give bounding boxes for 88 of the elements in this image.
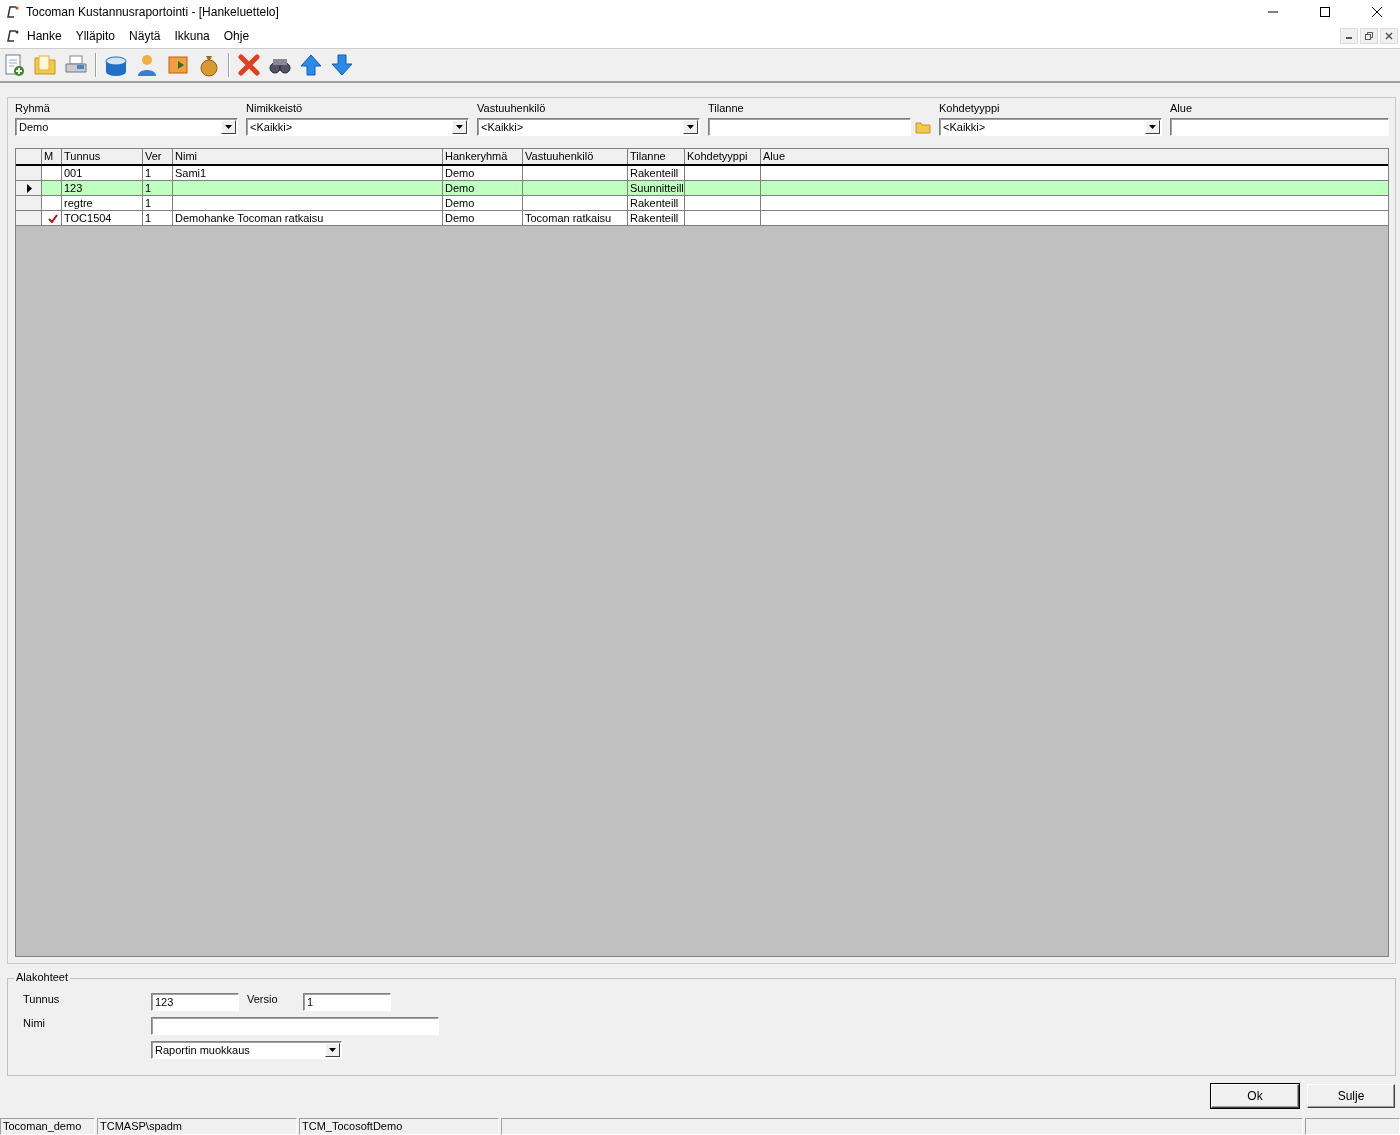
row-selector[interactable] [16,181,42,196]
table-cell: Rakenteill [628,196,685,211]
filter-label: Tilanne [708,102,745,114]
table-cell: 1 [143,166,173,181]
caret-icon [456,125,463,129]
table-cell: TOC1504 [62,211,143,226]
up-arrow-icon[interactable] [299,53,323,77]
filter-label: Alue [1170,102,1194,114]
input-field[interactable]: 1 [303,993,391,1011]
table-cell: 1 [143,196,173,211]
restore-button[interactable] [1360,28,1378,44]
table-cell: 1 [143,211,173,226]
status-panel: TCMASP\spadm [97,1118,297,1135]
dropdown-button[interactable] [452,120,467,134]
checkmark-icon [47,213,58,223]
filter-field[interactable] [708,118,911,136]
table-cell: Tocoman ratkaisu [523,211,628,226]
table-cell: Suunnitteill [628,181,685,196]
column-header[interactable]: Alue [761,149,1388,164]
filter-label: Nimikkeistö [246,102,304,114]
close-icon [1372,7,1382,17]
table-cell: 123 [62,181,143,196]
maximize-icon [1320,7,1330,17]
field-label: Versio [247,993,279,1005]
column-header[interactable]: Kohdetyyppi [685,149,761,164]
dropdown-button[interactable] [325,1043,340,1057]
table-cell: Demo [443,166,523,181]
table-cell: Demo [443,196,523,211]
column-header[interactable]: Tunnus [62,149,143,164]
input-field[interactable]: 123 [151,993,239,1011]
dialog-button[interactable]: Sulje [1307,1084,1395,1108]
field-label: Tunnus [23,993,61,1005]
caret-icon [687,125,694,129]
filter-dropdown[interactable]: <Kaikki> [477,118,700,136]
input-field[interactable] [151,1017,439,1035]
table-cell: 1 [143,181,173,196]
status-panel: Tocoman_demo [0,1118,95,1135]
table-cell: Demohanke Tocoman ratkaisu [173,211,443,226]
minimize-button[interactable] [1340,28,1358,44]
group-title: Alakohteet [14,971,70,983]
new-document-icon[interactable] [2,53,26,77]
column-header[interactable]: Hankeryhmä [443,149,523,164]
filter-label: Kohdetyyppi [939,102,1001,114]
filter-label: Vastuuhenkilö [477,102,547,114]
down-arrow-icon[interactable] [330,53,354,77]
report-dropdown[interactable]: Raportin muokkaus [151,1041,342,1059]
column-header[interactable]: Nimi [173,149,443,164]
database-icon[interactable] [104,53,128,77]
filter-dropdown[interactable]: Demo [15,118,238,136]
column-header[interactable]: Tilanne [628,149,685,164]
dialog-button[interactable]: Ok [1211,1084,1299,1108]
caret-icon [225,125,232,129]
table-cell: Sami1 [173,166,443,181]
table-cell: Demo [443,181,523,196]
menu-item[interactable]: Ylläpito [68,29,123,43]
filter-dropdown[interactable]: <Kaikki> [939,118,1162,136]
filter-field[interactable] [1170,118,1389,136]
table-cell: Rakenteill [628,211,685,226]
dropdown-button[interactable] [1145,120,1160,134]
person-icon[interactable] [135,53,159,77]
window-title: Tocoman Kustannusraportointi - [Hankeluettelo] [26,5,280,19]
caret-icon [1149,125,1156,129]
table-cell: regtre [62,196,143,211]
menu-item[interactable]: Hanke [20,29,69,43]
delete-cross-icon[interactable] [237,53,261,77]
money-bag-icon[interactable] [197,53,221,77]
table-cell: Rakenteill [628,166,685,181]
table-cell: Demo [443,211,523,226]
close-button[interactable] [1380,28,1398,44]
table-cell: 001 [62,166,143,181]
app-logo-icon [6,29,20,43]
dropdown-button[interactable] [683,120,698,134]
status-panel: TCM_TocosoftDemo [299,1118,499,1135]
current-row-arrow-icon [27,183,32,193]
filter-dropdown[interactable]: <Kaikki> [246,118,469,136]
close-icon [1385,32,1393,40]
app-logo-icon [6,5,20,19]
restore-icon [1365,32,1373,40]
column-header[interactable]: Vastuuhenkilö [523,149,628,164]
menu-item[interactable]: Ikkuna [167,29,217,43]
column-header[interactable]: M [42,149,62,164]
column-header[interactable]: Ver [143,149,173,164]
dropdown-button[interactable] [221,120,236,134]
field-label: Nimi [23,1017,46,1029]
menu-item[interactable]: Ohje [216,29,257,43]
caret-icon [329,1048,336,1052]
menu-item[interactable]: Näytä [122,29,168,43]
filter-label: Ryhmä [15,102,51,114]
